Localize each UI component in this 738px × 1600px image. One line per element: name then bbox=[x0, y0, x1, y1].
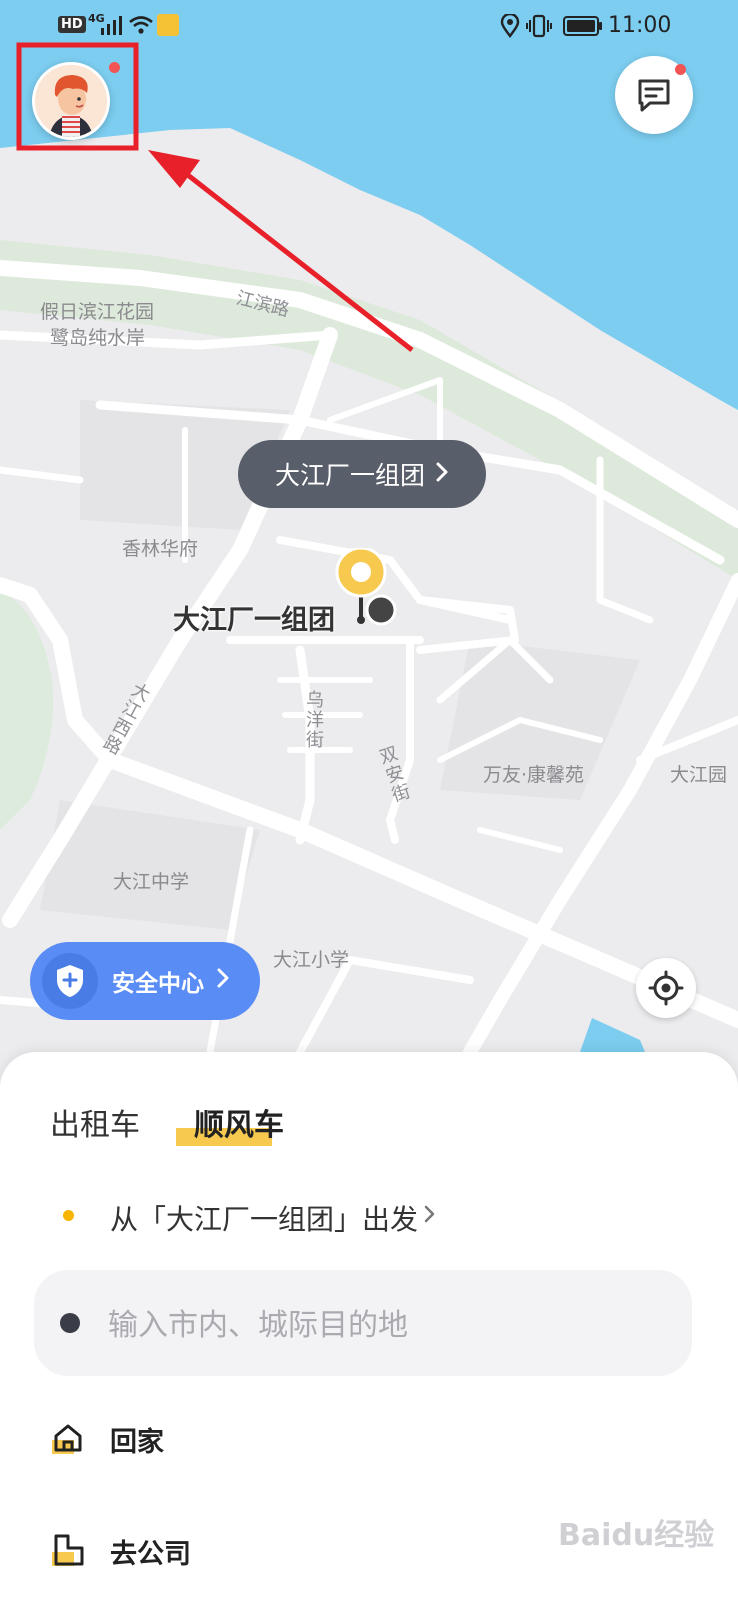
office-icon bbox=[50, 1528, 86, 1572]
pickup-pin-icon bbox=[333, 546, 399, 628]
map-label-dajiangyuan: 大江园 bbox=[670, 764, 728, 786]
location-icon bbox=[500, 12, 520, 39]
avatar-icon bbox=[35, 65, 107, 137]
map-label-wanyou: 万友·康馨苑 bbox=[483, 764, 585, 786]
map-label-dajiang-middle-school: 大江中学 bbox=[113, 871, 190, 893]
app-notification-icon bbox=[157, 14, 179, 36]
signal-icon bbox=[100, 14, 124, 36]
shortcut-home-label: 回家 bbox=[110, 1427, 164, 1458]
hd-badge: HD bbox=[58, 16, 86, 33]
chevron-right-icon bbox=[435, 460, 449, 489]
map-label-wuyang-street: 乌洋街 bbox=[303, 690, 324, 750]
map-label-ludao: 鹭岛纯水岸 bbox=[50, 327, 146, 349]
chevron-right-icon bbox=[424, 1204, 436, 1228]
origin-dot-icon bbox=[63, 1210, 74, 1221]
avatar-notification-dot bbox=[109, 62, 120, 73]
messages-notification-dot bbox=[675, 64, 686, 75]
safety-center-label: 安全中心 bbox=[112, 971, 204, 997]
shortcut-office-label: 去公司 bbox=[110, 1539, 191, 1570]
home-icon bbox=[50, 1420, 86, 1460]
pickup-location-pill[interactable]: 大江厂一组团 bbox=[238, 440, 486, 508]
safety-center-button[interactable]: 安全中心 bbox=[30, 942, 260, 1020]
tab-carpool[interactable]: 顺风车 bbox=[194, 1100, 284, 1144]
status-bar: HD 4G 11:00 bbox=[0, 0, 738, 54]
watermark: Baidu经验 bbox=[558, 1518, 715, 1553]
vibrate-icon bbox=[526, 14, 552, 38]
map-label-xianglin: 香林华府 bbox=[122, 538, 199, 560]
destination-dot-icon bbox=[60, 1313, 80, 1333]
shortcut-office[interactable]: 去公司 bbox=[40, 1518, 440, 1578]
pickup-marker-label: 大江厂一组团 bbox=[173, 605, 335, 636]
shield-icon bbox=[42, 953, 98, 1009]
chevron-right-icon bbox=[216, 967, 230, 995]
user-avatar-button[interactable] bbox=[32, 62, 110, 140]
wifi-icon bbox=[128, 14, 154, 36]
battery-icon bbox=[563, 16, 603, 36]
origin-text: 从「大江厂一组团」出发 bbox=[110, 1203, 419, 1236]
map-label-jiari: 假日滨江花园 bbox=[40, 301, 155, 323]
status-time: 11:00 bbox=[608, 13, 672, 38]
recenter-location-button[interactable] bbox=[636, 958, 696, 1018]
tab-taxi[interactable]: 出租车 bbox=[50, 1100, 140, 1144]
origin-row[interactable]: 从「大江厂一组团」出发 bbox=[0, 1190, 738, 1246]
map-label-dajiang-primary-school: 大江小学 bbox=[273, 949, 350, 971]
shortcut-home[interactable]: 回家 bbox=[40, 1408, 440, 1468]
crosshair-icon bbox=[648, 970, 684, 1006]
pickup-location-pill-label: 大江厂一组团 bbox=[274, 461, 425, 490]
destination-placeholder: 输入市内、城际目的地 bbox=[108, 1308, 408, 1343]
message-icon bbox=[638, 79, 670, 112]
